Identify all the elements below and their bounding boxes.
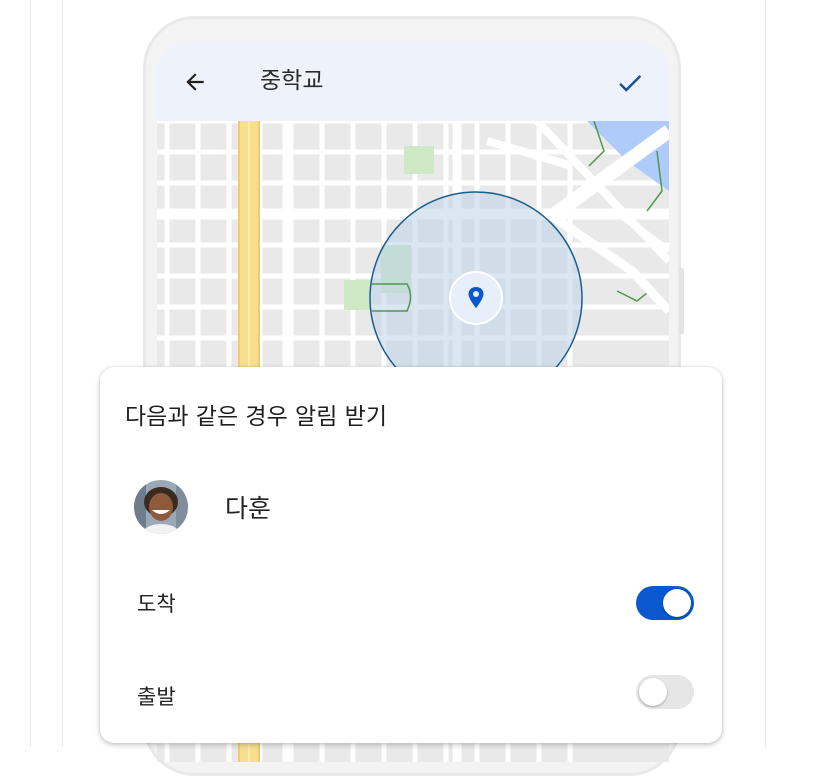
confirm-button[interactable] bbox=[613, 66, 647, 100]
depart-toggle[interactable] bbox=[636, 675, 694, 709]
notification-sheet: 다음과 같은 경우 알림 받기 다훈 도착 출발 bbox=[100, 367, 722, 743]
location-pin-icon[interactable] bbox=[449, 271, 503, 325]
park-area bbox=[404, 146, 434, 174]
phone-side-button bbox=[679, 268, 684, 334]
arrive-label: 도착 bbox=[137, 592, 176, 616]
page-border-left-outer bbox=[30, 0, 31, 747]
toggle-knob bbox=[639, 678, 667, 706]
back-arrow-icon bbox=[186, 73, 204, 91]
app-bar: 중학교 bbox=[157, 42, 669, 121]
page-title: 중학교 bbox=[260, 68, 324, 94]
sheet-title: 다음과 같은 경우 알림 받기 bbox=[125, 404, 388, 430]
person-name: 다훈 bbox=[225, 494, 272, 523]
depart-label: 출발 bbox=[137, 685, 176, 709]
arrive-toggle[interactable] bbox=[636, 586, 694, 620]
park-area bbox=[344, 280, 371, 310]
back-button[interactable] bbox=[179, 66, 211, 98]
avatar bbox=[134, 480, 188, 534]
toggle-knob bbox=[663, 589, 691, 617]
page-border-right bbox=[765, 0, 766, 747]
check-icon bbox=[619, 75, 642, 92]
page-border-left-inner bbox=[62, 0, 63, 747]
